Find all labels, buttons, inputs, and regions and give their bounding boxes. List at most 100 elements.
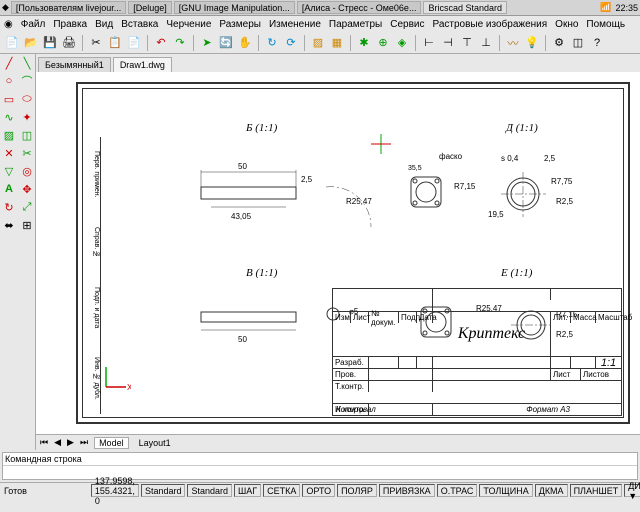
status-dkma[interactable]: ДКМА bbox=[535, 484, 568, 497]
mirror-tool[interactable]: ▽ bbox=[0, 162, 18, 180]
erase-tool[interactable]: ✕ bbox=[0, 144, 18, 162]
status-dynamic[interactable]: ДИНАМИКА ▼ bbox=[624, 484, 640, 497]
gear-button[interactable]: ⚙ bbox=[551, 35, 567, 51]
dim1-button[interactable]: ⊢ bbox=[421, 35, 437, 51]
taskbar-item-active[interactable]: Bricscad Standard bbox=[423, 1, 507, 14]
dim2-button[interactable]: ⊣ bbox=[440, 35, 456, 51]
print-button[interactable]: 🖨 bbox=[61, 35, 77, 51]
taskbar-item[interactable]: [Алиса - Стресс - Оме06е... bbox=[297, 1, 422, 14]
layout-model[interactable]: Model bbox=[94, 437, 129, 449]
new-button[interactable]: 📄 bbox=[4, 35, 20, 51]
part-view-b bbox=[196, 167, 306, 217]
drawing-canvas[interactable]: X Б (1:1) 50 2,5 43,05 R25,47 bbox=[36, 72, 640, 434]
status-snap[interactable]: ШАГ bbox=[234, 484, 261, 497]
bulb-button[interactable]: 💡 bbox=[524, 35, 540, 51]
status-tablet[interactable]: ПЛАНШЕТ bbox=[570, 484, 623, 497]
hatch-button[interactable]: ▨ bbox=[310, 35, 326, 51]
status-lwt[interactable]: ТОЛЩИНА bbox=[479, 484, 532, 497]
circle-tool[interactable]: ○ bbox=[0, 72, 18, 90]
layout-last[interactable]: ⏭ bbox=[80, 437, 88, 448]
menu-dimensions[interactable]: Размеры bbox=[219, 19, 261, 30]
menu-file[interactable]: Файл bbox=[21, 19, 46, 30]
statusbar: Готов 137.9598, 155.4321, 0 Standard Sta… bbox=[0, 482, 640, 498]
cut-button[interactable]: ✂ bbox=[88, 35, 104, 51]
copy-button[interactable]: 📋 bbox=[107, 35, 123, 51]
ellipse-tool[interactable]: ⬭ bbox=[18, 90, 36, 108]
polyline-tool[interactable]: ╲ bbox=[18, 54, 36, 72]
line-tool[interactable]: ╱ bbox=[0, 54, 18, 72]
orbit-button[interactable]: ⟳ bbox=[283, 35, 299, 51]
status-polar[interactable]: ПОЛЯР bbox=[337, 484, 377, 497]
status-grid[interactable]: СЕТКА bbox=[263, 484, 300, 497]
stretch-tool[interactable]: ⬌ bbox=[0, 216, 18, 234]
taskbar-item[interactable]: [Deluge] bbox=[128, 1, 172, 14]
taskbar-item[interactable]: [GNU Image Manipulation... bbox=[174, 1, 295, 14]
menu-view[interactable]: Вид bbox=[95, 19, 113, 30]
dim-50: 50 bbox=[238, 162, 247, 171]
dim-50b: 50 bbox=[238, 335, 247, 344]
region-button[interactable]: ▦ bbox=[329, 35, 345, 51]
view-label-v: В (1:1) bbox=[246, 267, 277, 279]
status-ready: Готов bbox=[4, 486, 27, 496]
dim3-button[interactable]: ⊤ bbox=[459, 35, 475, 51]
refresh-button[interactable]: 🔄 bbox=[218, 35, 234, 51]
rotate-tool[interactable]: ↻ bbox=[0, 198, 18, 216]
layout-layout1[interactable]: Layout1 bbox=[135, 438, 175, 448]
menu-service[interactable]: Сервис bbox=[390, 19, 424, 30]
rect-tool[interactable]: ▭ bbox=[0, 90, 18, 108]
arrow-button[interactable]: ➤ bbox=[199, 35, 215, 51]
snap3-button[interactable]: ◈ bbox=[394, 35, 410, 51]
undo-button[interactable]: ↶ bbox=[153, 35, 169, 51]
array-tool[interactable]: ⊞ bbox=[18, 216, 36, 234]
status-osnap[interactable]: ПРИВЯЗКА bbox=[379, 484, 435, 497]
scale-tool[interactable]: ⤢ bbox=[18, 198, 36, 216]
menu-parameters[interactable]: Параметры bbox=[329, 19, 382, 30]
tab-draw1[interactable]: Draw1.dwg bbox=[113, 57, 172, 72]
trim-tool[interactable]: ✂ bbox=[18, 144, 36, 162]
text-tool[interactable]: A bbox=[0, 180, 18, 198]
dim-r715: R7,15 bbox=[454, 182, 475, 191]
hatch-tool[interactable]: ▨ bbox=[0, 126, 18, 144]
status-layer[interactable]: Standard bbox=[187, 484, 232, 497]
menu-draw[interactable]: Черчение bbox=[166, 19, 211, 30]
tray-icon[interactable]: 📶 bbox=[600, 2, 611, 13]
menu-window[interactable]: Окно bbox=[555, 19, 578, 30]
save-button[interactable]: 💾 bbox=[42, 35, 58, 51]
menu-modify[interactable]: Изменение bbox=[269, 19, 321, 30]
paste-button[interactable]: 📄 bbox=[126, 35, 142, 51]
menu-raster[interactable]: Растровые изображения bbox=[432, 19, 547, 30]
tool-button[interactable]: 〰 bbox=[505, 35, 521, 51]
snap2-button[interactable]: ⊕ bbox=[375, 35, 391, 51]
block-tool[interactable]: ◫ bbox=[18, 126, 36, 144]
pan-button[interactable]: ✋ bbox=[237, 35, 253, 51]
move-tool[interactable]: ✥ bbox=[18, 180, 36, 198]
open-button[interactable]: 📂 bbox=[23, 35, 39, 51]
status-otrack[interactable]: О.ТРАС bbox=[437, 484, 478, 497]
status-standard[interactable]: Standard bbox=[141, 484, 186, 497]
offset-tool[interactable]: ◎ bbox=[18, 162, 36, 180]
layout-next[interactable]: ▶ bbox=[67, 437, 74, 448]
svg-text:X: X bbox=[127, 383, 131, 392]
dim-4305: 43,05 bbox=[231, 212, 251, 221]
layout-first[interactable]: ⏮ bbox=[40, 437, 48, 448]
layout-prev[interactable]: ◀ bbox=[54, 437, 61, 448]
status-ortho[interactable]: ОРТО bbox=[302, 484, 335, 497]
arc-tool[interactable]: ⌒ bbox=[18, 72, 36, 90]
menu-help[interactable]: Помощь bbox=[586, 19, 625, 30]
taskbar-item[interactable]: [Пользователям livejour... bbox=[11, 1, 126, 14]
point-tool[interactable]: ✦ bbox=[18, 108, 36, 126]
menu-edit[interactable]: Правка bbox=[53, 19, 87, 30]
rotate-button[interactable]: ↻ bbox=[264, 35, 280, 51]
spline-tool[interactable]: ∿ bbox=[0, 108, 18, 126]
snap1-button[interactable]: ✱ bbox=[356, 35, 372, 51]
dim-fasco: фаско bbox=[439, 152, 462, 161]
start-icon[interactable]: ◆ bbox=[2, 2, 9, 13]
dim-s04: s 0,4 bbox=[501, 154, 518, 163]
menu-insert[interactable]: Вставка bbox=[121, 19, 158, 30]
tab-unnamed[interactable]: Безымянный1 bbox=[38, 57, 111, 72]
prop-button[interactable]: ◫ bbox=[570, 35, 586, 51]
dim4-button[interactable]: ⊥ bbox=[478, 35, 494, 51]
help-button[interactable]: ? bbox=[589, 35, 605, 51]
view-label-d: Д (1:1) bbox=[506, 122, 538, 134]
redo-button[interactable]: ↷ bbox=[172, 35, 188, 51]
